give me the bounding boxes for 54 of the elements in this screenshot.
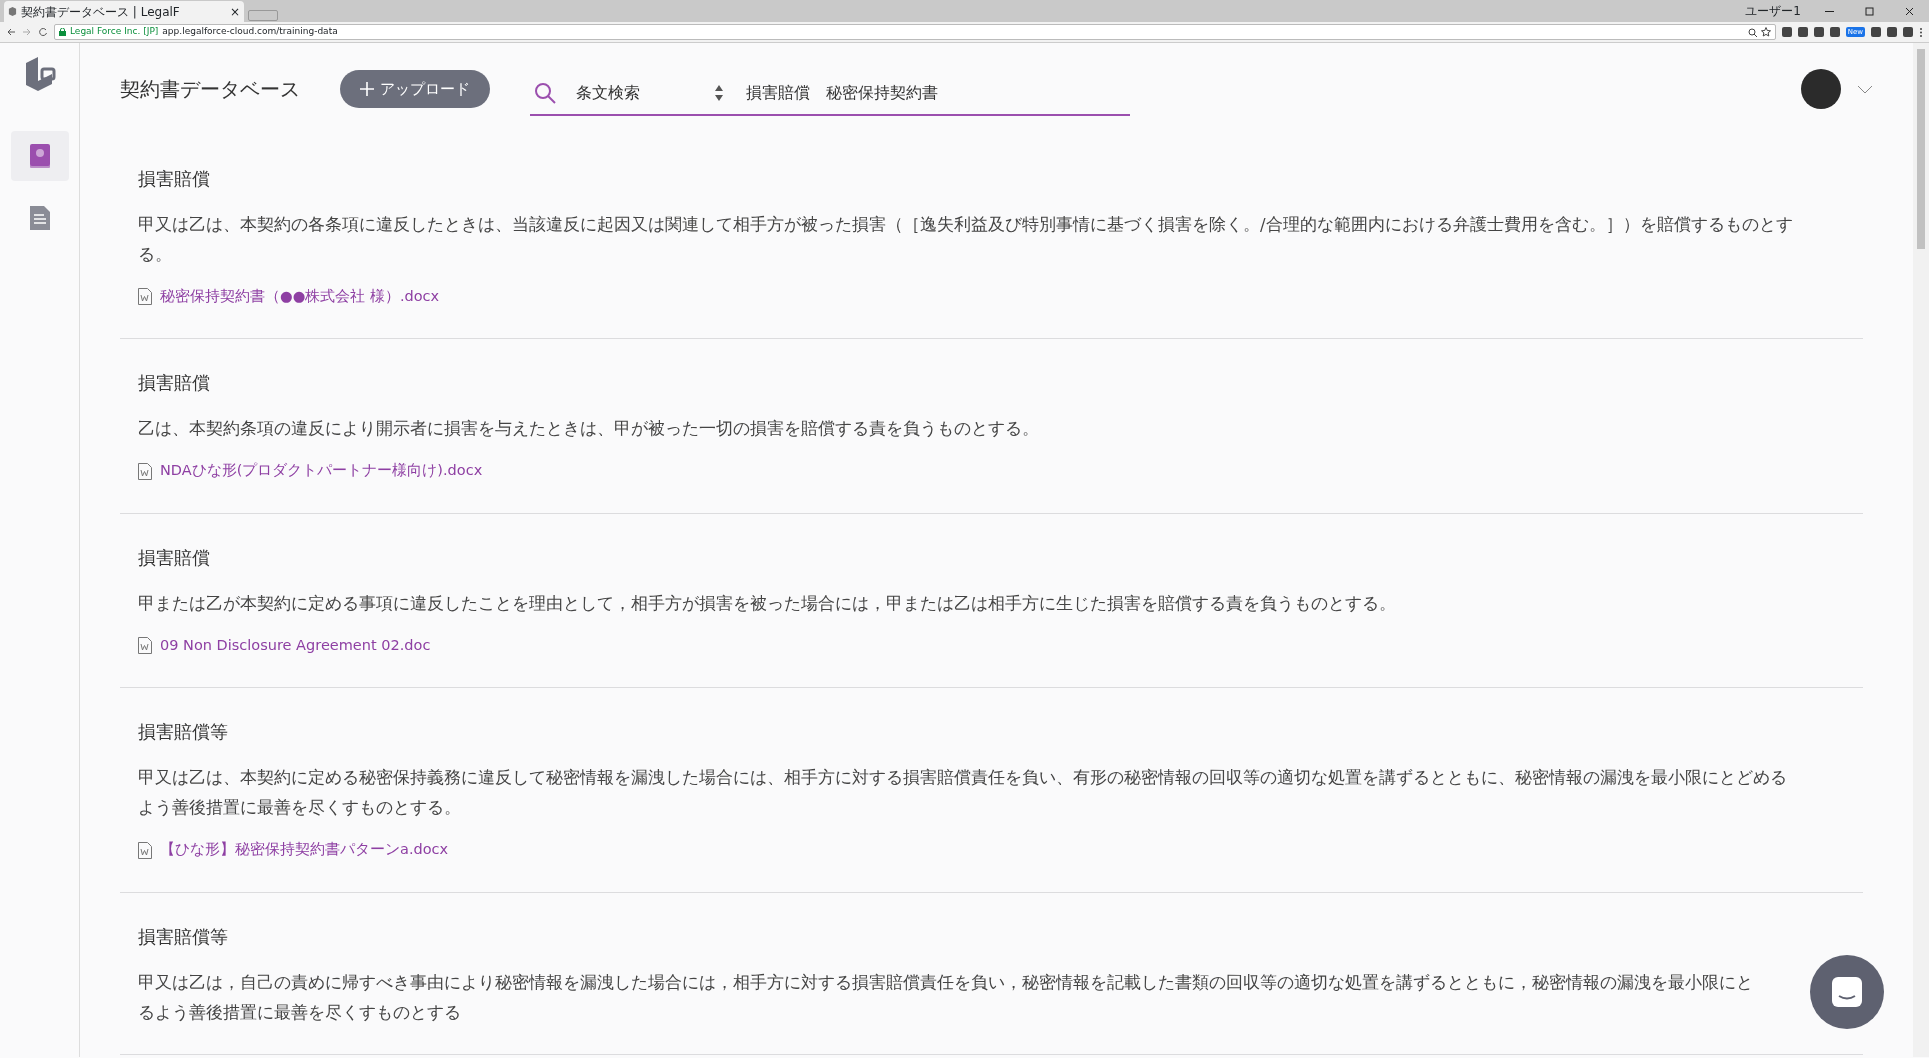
chat-icon <box>1831 976 1863 1008</box>
book-icon <box>28 143 51 169</box>
sort-icon <box>714 84 724 102</box>
address-bar[interactable]: Legal Force Inc. [JP] app.legalforce-cloud.com/training-data <box>54 24 1776 40</box>
document-icon <box>28 205 51 231</box>
extension-icon[interactable] <box>1813 27 1824 37</box>
clause-text: 甲又は乙は、本契約の各条項に違反したときは、当該違反に起因又は関連して相手方が被った損害（［逸失利益及び特別事情に基づく損害を除く。/合理的な範囲内における弁護士費用を含む。］）を賠償するものとす る。 <box>138 214 1794 266</box>
star-icon[interactable] <box>1760 27 1771 37</box>
clause-title: 損害賠償 <box>138 371 211 396</box>
user-avatar[interactable] <box>1801 69 1841 109</box>
file-link[interactable]: 09 Non Disclosure Agreement 02.doc <box>138 634 431 657</box>
word-file-icon <box>138 841 152 859</box>
word-file-icon <box>138 462 152 480</box>
zoom-icon[interactable] <box>1747 27 1757 37</box>
search-field[interactable]: 条文検索 損害賠償 秘密保持契約書 <box>530 72 1130 116</box>
minimize-icon <box>1824 10 1834 13</box>
tab-favicon-icon <box>8 7 17 16</box>
restore-icon <box>1864 7 1874 16</box>
clause-text: 甲または乙が本契約に定める事項に違反したことを理由として，相手方が損害を被った場合には，甲または乙は相手方に生じた損害を賠償する責を負うものとする。 <box>138 592 1397 615</box>
clause-text: 乙は、本契約条項の違反により開示者に損害を与えたときは、甲が被った一切の損害を賠償する責を負うものとする。 <box>138 418 1040 441</box>
menu-icon[interactable] <box>1919 26 1923 38</box>
file-link[interactable]: 秘密保持契約書（●●株式会社 様）.docx <box>138 286 440 308</box>
word-file-icon <box>138 288 152 306</box>
close-icon <box>1904 7 1914 16</box>
extension-icon[interactable] <box>1829 27 1840 37</box>
profile-name[interactable]: ユーザー1 <box>1745 2 1801 20</box>
clause-text: 甲又は乙は，自己の責めに帰すべき事由により秘密情報を漏洩した場合には，相手方に対する損害賠償責任を負い，秘密情報を記載した書類の回収等の適切な処置を講ずるとともに，秘密情報の漏洩を最小限にと るよう善後措置に最善を尽くすものとする <box>138 971 1754 1024</box>
browser-tab[interactable]: 契約書データベース | LegalF × <box>4 1 244 22</box>
tab-title: 契約書データベース | LegalF <box>21 3 181 21</box>
extension-icon[interactable] <box>1781 27 1792 37</box>
site-identity: Legal Force Inc. [JP] <box>70 25 159 39</box>
word-file-icon <box>138 637 152 655</box>
upload-button[interactable]: アップロード <box>340 70 490 108</box>
tab-close-button[interactable]: × <box>229 2 240 21</box>
clause-text: 甲又は乙は、本契約に定める秘密保持義務に違反して秘密情報を漏洩した場合には、相手方に対する損害賠償責任を負い、有形の秘密情報の回収等の適切な処置を講ずるとともに、秘密情報の漏洩を最小限にとどめる よう善後措置に最善を尽くすものとする。 <box>138 767 1788 820</box>
url-text: app.legalforce-cloud.com/training-data <box>162 25 339 39</box>
search-mode-select[interactable]: 条文検索 <box>570 80 730 106</box>
reload-icon[interactable] <box>38 27 48 37</box>
scrollbar[interactable] <box>1913 43 1929 1057</box>
clause-title: 損害賠償 <box>138 167 211 191</box>
file-link[interactable]: NDAひな形(プロダクトパートナー様向け).docx <box>138 460 483 483</box>
page-title: 契約書データベース <box>120 76 300 103</box>
search-icon <box>534 82 556 104</box>
chevron-down-icon[interactable] <box>1857 84 1873 94</box>
lock-icon <box>59 28 66 36</box>
file-link[interactable]: 【ひな形】秘密保持契約書パターンa.docx <box>138 839 449 861</box>
clause-title: 損害賠償等 <box>138 924 229 949</box>
plus-icon <box>360 82 374 96</box>
extension-icon[interactable] <box>1797 27 1808 37</box>
sidebar-item[interactable] <box>10 131 69 181</box>
clause-title: 損害賠償等 <box>138 720 229 745</box>
scrollbar-thumb[interactable] <box>1917 49 1925 249</box>
clause-title: 損害賠償 <box>138 545 211 570</box>
back-icon[interactable] <box>6 27 16 37</box>
